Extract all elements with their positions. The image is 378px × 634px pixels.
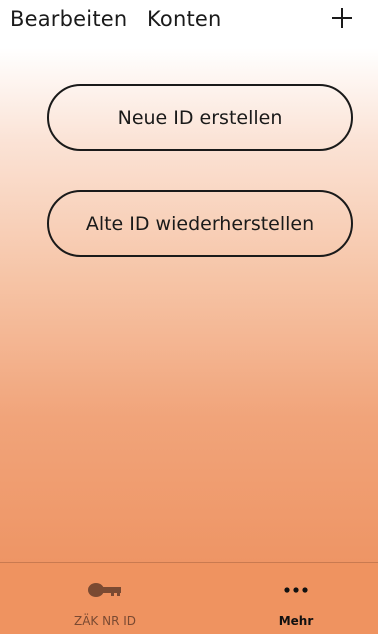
- tab-more[interactable]: Mehr: [226, 563, 366, 634]
- restore-old-id-button[interactable]: Alte ID wiederherstellen: [47, 190, 353, 257]
- accounts-button[interactable]: Konten: [147, 5, 222, 33]
- main-content: Neue ID erstellen Alte ID wiederherstell…: [0, 48, 378, 562]
- tab-zaek-nr-id[interactable]: ZÄK NR ID: [35, 563, 175, 634]
- tab-more-label: Mehr: [278, 614, 314, 628]
- tab-zaek-nr-id-label: ZÄK NR ID: [73, 614, 137, 628]
- more-dots-icon: [282, 581, 310, 603]
- tab-bar: ZÄK NR ID Mehr: [0, 562, 378, 634]
- plus-icon: [332, 8, 352, 28]
- create-new-id-button[interactable]: Neue ID erstellen: [47, 84, 353, 151]
- key-icon: [87, 581, 123, 603]
- navigation-bar: Bearbeiten Konten: [0, 0, 378, 48]
- edit-button[interactable]: Bearbeiten: [10, 5, 127, 33]
- create-new-id-label: Neue ID erstellen: [117, 106, 283, 129]
- add-button[interactable]: [328, 4, 356, 32]
- restore-old-id-label: Alte ID wiederherstellen: [85, 212, 315, 235]
